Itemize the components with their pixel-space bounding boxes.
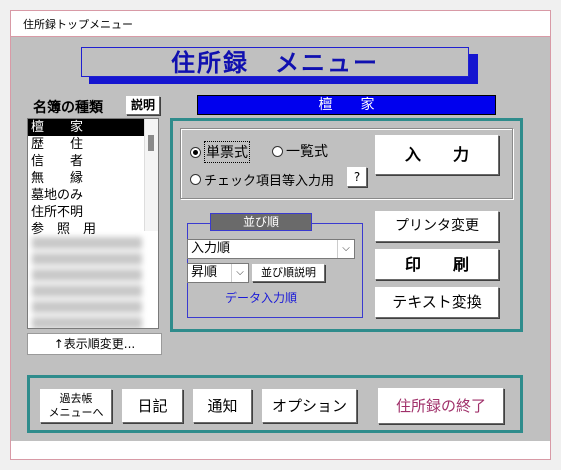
reorder-button[interactable]: ↑表示順変更... [27,333,162,355]
radio-single[interactable]: 単票式 [190,141,250,163]
sort-help-button[interactable]: 並び順説明 [252,264,325,282]
list-item[interactable]: 墓地のみ [28,187,146,204]
radio-check[interactable]: チェック項目等入力用 [190,170,334,189]
sort-direction-value: 昇順 [191,265,218,280]
list-item[interactable]: 住所不明 [28,204,146,221]
print-button[interactable]: 印 刷 [375,249,499,280]
chevron-down-icon[interactable]: ⌵ [337,240,354,258]
diary-button[interactable]: 日記 [122,389,183,423]
menu-banner: 住所録 メニュー [81,47,469,77]
options-button[interactable]: オプション [262,389,357,423]
sort-order-select[interactable]: 入力順 ⌵ [187,239,355,259]
chevron-down-icon[interactable]: ⌵ [231,264,248,282]
menu-banner-title: 住所録 メニュー [171,48,379,77]
list-item[interactable]: 無 縁 [28,170,146,187]
list-item[interactable]: 歴 住 [28,136,146,153]
explain-button[interactable]: 説明 [126,96,160,115]
list-item[interactable]: 信 者 [28,153,146,170]
scroll-thumb[interactable] [148,135,154,151]
window-title: 住所録トップメニュー [23,18,133,31]
sort-order-value: 入力順 [191,241,231,256]
exit-button[interactable]: 住所録の終了 [378,388,504,424]
radio-list-label: 一覧式 [286,144,328,160]
radio-single-label: 単票式 [204,141,250,163]
list-item[interactable]: 檀 家 [28,119,146,136]
data-order-label: データ入力順 [225,291,298,305]
list-scrollbar[interactable] [144,119,158,231]
redacted-list-items [28,233,146,328]
main-panel: 住所録 メニュー 名簿の種類 説明 檀 家 檀 家 歴 住 信 者 無 縁 墓地… [11,37,550,441]
past-book-menu-button[interactable]: 過去帳 メニューへ [40,389,112,423]
notice-button[interactable]: 通知 [193,389,252,423]
sort-group-title: 並び順 [210,213,312,231]
text-convert-button[interactable]: テキスト変換 [375,287,499,318]
sort-direction-select[interactable]: 昇順 ⌵ [187,263,249,283]
printer-change-button[interactable]: プリンタ変更 [375,211,499,242]
selected-category-bar: 檀 家 [197,95,496,115]
input-button[interactable]: 入 力 [375,135,499,175]
radio-list[interactable]: 一覧式 [272,141,328,161]
list-kind-label: 名簿の種類 [33,100,103,116]
help-button[interactable]: ? [347,167,367,187]
category-listbox[interactable]: 檀 家 歴 住 信 者 無 縁 墓地のみ 住所不明 参 照 用 [27,118,159,329]
title-bar: 住所録トップメニュー [11,11,550,37]
radio-check-indicator[interactable] [190,174,201,185]
radio-single-indicator[interactable] [190,146,201,158]
radio-list-indicator[interactable] [272,145,283,157]
radio-check-label: チェック項目等入力用 [204,174,335,189]
